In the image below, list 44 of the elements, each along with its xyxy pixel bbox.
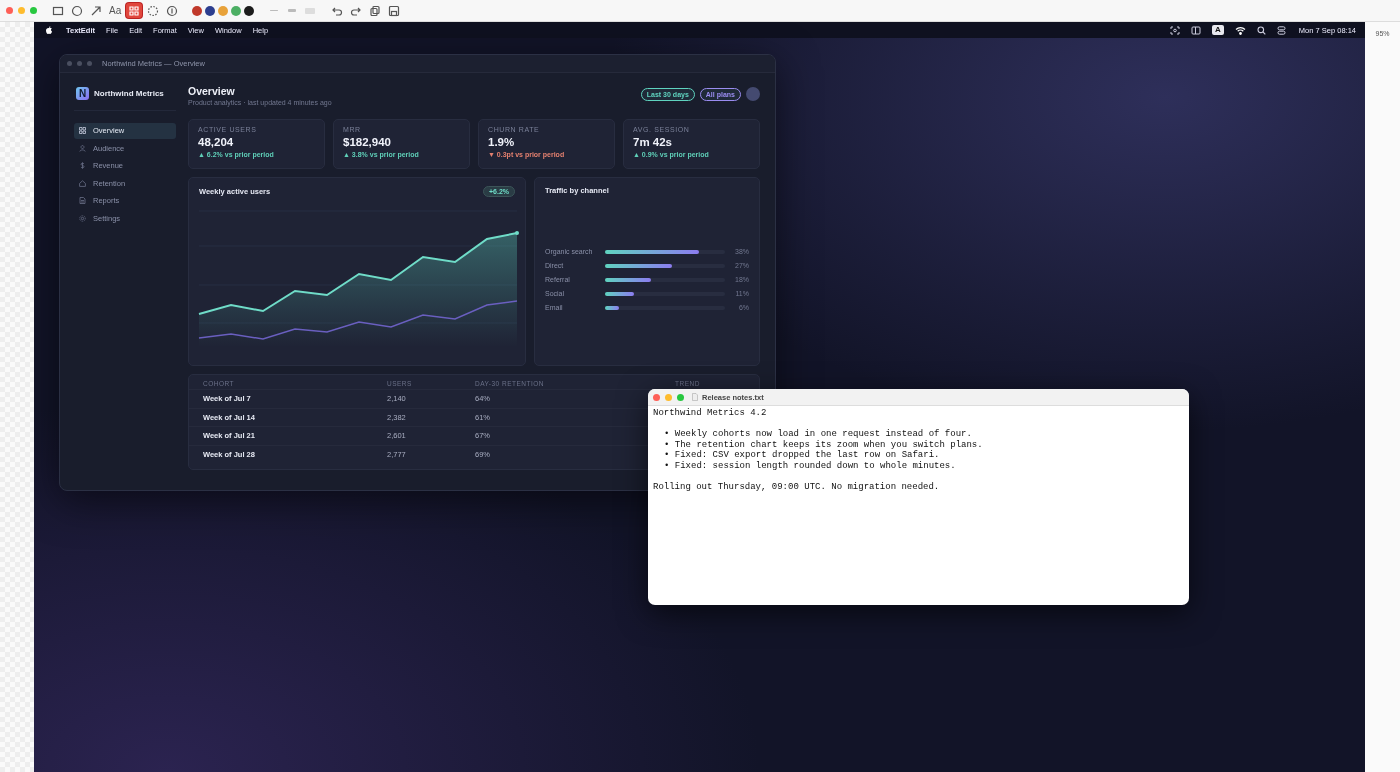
kpi-value: 7m 42s <box>633 136 673 148</box>
pixelate-icon <box>128 4 141 17</box>
data-point <box>515 231 519 235</box>
document-text: Rolling out Thursday, 09:00 UTC. No migration needed. <box>653 481 941 492</box>
control-center-icon[interactable] <box>1276 25 1286 35</box>
numbered-circle-icon <box>166 4 179 17</box>
sidebar-icon[interactable] <box>1191 25 1202 35</box>
circle-icon <box>71 4 83 17</box>
brand-logo: N <box>76 87 89 100</box>
grid-icon <box>79 127 86 135</box>
house-icon <box>79 179 86 187</box>
page-heading: Overview <box>188 85 236 97</box>
screenshot-icon[interactable] <box>1170 25 1181 35</box>
close-button[interactable] <box>653 393 660 401</box>
close-button[interactable] <box>6 7 13 14</box>
apple-icon[interactable] <box>45 25 53 35</box>
kpi-value: 48,204 <box>198 136 235 148</box>
kpi-value: $182,940 <box>343 136 392 148</box>
arrow-icon <box>90 4 102 17</box>
bullet-line: • Fixed: CSV export dropped the last row on Safari. <box>663 450 941 461</box>
document-heading: Northwind Metrics 4.2 <box>653 408 768 419</box>
pixelate-tool[interactable] <box>126 3 143 18</box>
dollar-icon <box>79 162 86 170</box>
circle-tool[interactable] <box>69 3 85 18</box>
settings-icon <box>79 214 86 222</box>
bullet-line: • Weekly cohorts now load in one request instead of four. <box>663 429 973 440</box>
input-source-badge[interactable]: A <box>1212 25 1224 35</box>
wifi-icon[interactable] <box>1234 25 1246 35</box>
color-swatch[interactable] <box>231 5 242 16</box>
kpi-value: 1.9% <box>488 136 516 148</box>
color-swatch[interactable] <box>205 5 216 16</box>
brand-name: Northwind Metrics <box>94 89 164 98</box>
document-icon <box>692 393 698 401</box>
text-tool[interactable]: Aa <box>107 3 124 18</box>
search-icon[interactable] <box>1256 25 1266 35</box>
color-swatch[interactable] <box>192 5 203 16</box>
color-swatch[interactable] <box>218 5 229 16</box>
document-icon <box>79 197 86 205</box>
bullet-line: • Fixed: session length rounded down to whole minutes. <box>663 460 957 471</box>
dotted-circle-icon <box>147 4 160 17</box>
color-swatch[interactable] <box>244 5 255 16</box>
bullet-line: • The retention chart keeps its zoom when you switch plans. <box>663 439 984 450</box>
person-icon <box>79 144 86 152</box>
rectangle-icon <box>52 4 64 17</box>
